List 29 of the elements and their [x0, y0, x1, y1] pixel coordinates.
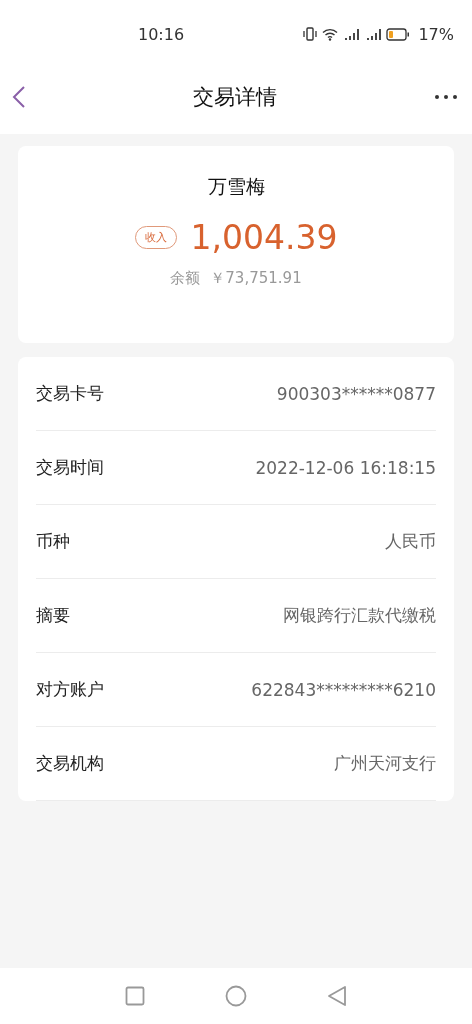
more-button[interactable] — [434, 94, 458, 100]
balance-label: 余额 — [170, 269, 201, 288]
status-time: 10:16 — [138, 24, 186, 44]
wifi-icon — [322, 27, 339, 41]
detail-label: 币种 — [36, 530, 70, 553]
signal-icon — [342, 27, 361, 41]
back-button[interactable] — [12, 85, 26, 109]
battery-percent: 17% — [418, 24, 454, 44]
detail-value: 网银跨行汇款代缴税 — [283, 604, 436, 627]
detail-value: 900303******0877 — [276, 383, 436, 404]
battery-icon — [386, 27, 411, 41]
signal-icon — [364, 27, 383, 41]
detail-label: 交易卡号 — [36, 382, 104, 405]
detail-label: 对方账户 — [36, 678, 104, 701]
amount: 1,004.39 — [190, 218, 338, 257]
home-icon[interactable] — [225, 985, 247, 1007]
recent-apps-icon[interactable] — [125, 986, 145, 1006]
detail-value: 622843*********6210 — [251, 679, 436, 700]
vibrate-icon — [302, 27, 319, 41]
detail-value: 2022-12-06 16:18:15 — [255, 457, 436, 478]
detail-label: 交易机构 — [36, 752, 104, 775]
detail-value: 人民币 — [385, 530, 436, 553]
back-icon[interactable] — [327, 985, 347, 1007]
detail-value: 广州天河支行 — [334, 752, 436, 775]
page-title: 交易详情 — [193, 84, 277, 111]
balance-value: ￥73,751.91 — [210, 269, 302, 288]
detail-label: 交易时间 — [36, 456, 104, 479]
payer-name: 万雪梅 — [207, 174, 265, 199]
detail-label: 摘要 — [36, 604, 70, 627]
